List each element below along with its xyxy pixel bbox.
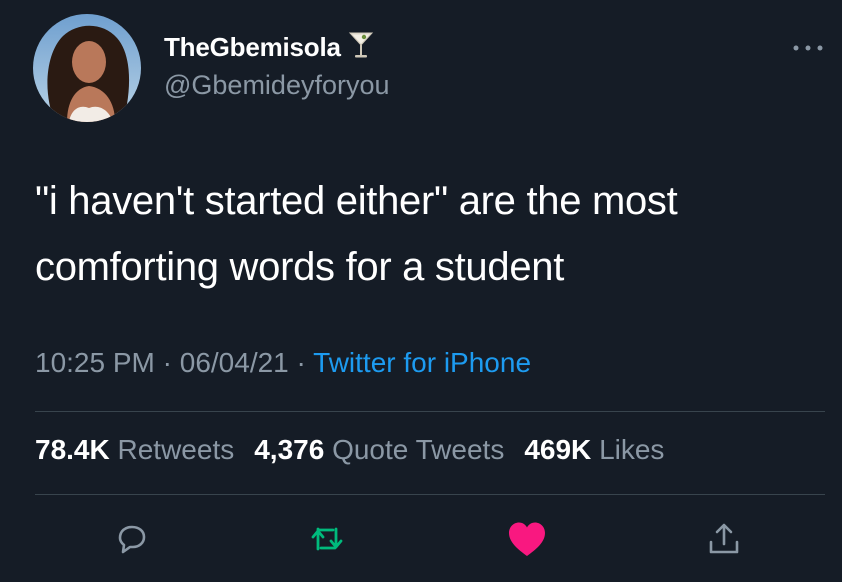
tweet-source-link[interactable]: Twitter for iPhone: [313, 347, 531, 378]
retweet-icon: [308, 521, 346, 562]
meta-separator: ·: [296, 347, 306, 378]
tweet-text: "i haven't started either" are the most …: [35, 179, 678, 289]
retweets-count: 78.4K: [35, 434, 110, 465]
divider: [35, 494, 825, 495]
share-icon: [705, 520, 743, 563]
avatar[interactable]: [33, 14, 141, 122]
tweet-stats: 78.4K Retweets 4,376 Quote Tweets 469K Lik…: [35, 434, 664, 466]
tweet-date[interactable]: 06/04/21: [180, 347, 289, 378]
quote-tweets-label: Quote Tweets: [332, 434, 505, 465]
tweet-actions: [0, 517, 842, 565]
reply-button[interactable]: [108, 517, 156, 565]
more-options-icon[interactable]: [790, 38, 826, 58]
retweets-stat[interactable]: 78.4K Retweets: [35, 434, 234, 465]
cocktail-glass-icon: [347, 30, 375, 65]
author-name-row[interactable]: TheGbemisola: [164, 30, 375, 65]
display-name[interactable]: TheGbemisola: [164, 32, 341, 63]
tweet-card: TheGbemisola @Gbemideyforyou "i haven't …: [0, 0, 842, 582]
quote-tweets-stat[interactable]: 4,376 Quote Tweets: [254, 434, 504, 465]
tweet-time[interactable]: 10:25 PM: [35, 347, 155, 378]
likes-count: 469K: [524, 434, 592, 465]
quote-tweets-count: 4,376: [254, 434, 325, 465]
tweet-meta: 10:25 PM · 06/04/21 · Twitter for iPhone: [35, 347, 531, 379]
share-button[interactable]: [700, 517, 748, 565]
author-handle[interactable]: @Gbemideyforyou: [164, 70, 390, 101]
reply-bubble-icon: [114, 521, 150, 562]
retweets-label: Retweets: [117, 434, 235, 465]
likes-stat[interactable]: 469K Likes: [524, 434, 664, 465]
divider: [35, 411, 825, 412]
retweet-button[interactable]: [303, 517, 351, 565]
likes-label: Likes: [599, 434, 665, 465]
meta-separator: ·: [162, 347, 172, 378]
heart-icon: [506, 520, 548, 563]
like-button[interactable]: [503, 517, 551, 565]
